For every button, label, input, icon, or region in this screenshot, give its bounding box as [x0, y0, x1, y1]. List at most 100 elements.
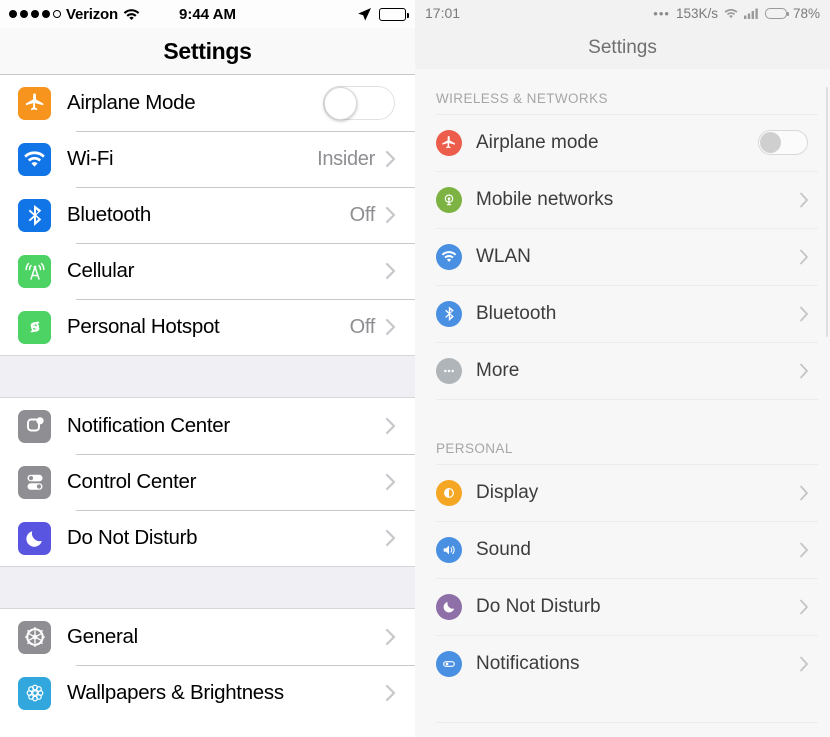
bluetooth-icon — [436, 300, 462, 327]
ios-row-label: Do Not Disturb — [67, 526, 198, 549]
ios-row-label: Control Center — [67, 470, 197, 493]
chevron-right-icon — [799, 191, 810, 209]
android-row-label: Notifications — [476, 652, 580, 674]
android-settings-list[interactable]: WIRELESS & NETWORKS Airplane mode Mobile… — [415, 69, 830, 737]
carrier-label: Verizon — [66, 5, 118, 23]
android-row-label: Do Not Disturb — [476, 595, 601, 617]
notification-center-icon — [18, 409, 51, 443]
chevron-right-icon — [799, 655, 810, 673]
android-row-label: Bluetooth — [476, 302, 557, 324]
android-row-label: Mobile networks — [476, 188, 614, 210]
list-bottom-divider — [436, 722, 818, 723]
battery-icon — [764, 7, 789, 19]
ios-row-wallpapers-brightness[interactable]: Wallpapers & Brightness — [0, 665, 415, 721]
chevron-right-icon — [385, 261, 397, 281]
wifi-icon — [436, 243, 462, 270]
android-status-bar: 17:01 ••• 153K/s 78% — [415, 0, 830, 26]
ios-row-label: Wi-Fi — [67, 147, 114, 170]
moon-icon — [18, 521, 51, 555]
airplane-icon — [436, 129, 462, 156]
android-row-bluetooth[interactable]: Bluetooth — [415, 285, 830, 342]
ios-row-control-center[interactable]: Control Center — [0, 454, 415, 510]
android-row-sound[interactable]: Sound — [415, 521, 830, 578]
android-row-more[interactable]: More — [415, 342, 830, 399]
android-row-label: More — [476, 359, 520, 381]
chevron-right-icon — [385, 317, 397, 337]
hotspot-status-value: Off — [349, 315, 376, 338]
chevron-right-icon — [799, 541, 810, 559]
android-row-label: Display — [476, 481, 539, 503]
android-row-label: Sound — [476, 538, 531, 560]
android-settings-panel: 17:01 ••• 153K/s 78% Settings WIRELESS &… — [415, 0, 830, 737]
android-row-label: Airplane mode — [476, 131, 599, 153]
bluetooth-status-value: Off — [349, 203, 376, 226]
side-by-side-settings-comparison: Verizon 9:44 AM Settings Airplane Mode W… — [0, 0, 830, 737]
location-arrow-icon — [357, 7, 372, 22]
ios-row-label: General — [67, 625, 138, 648]
control-center-icon — [18, 465, 51, 499]
brightness-icon — [436, 479, 462, 506]
ios-status-bar: Verizon 9:44 AM — [0, 0, 415, 28]
chevron-right-icon — [799, 362, 810, 380]
ios-settings-list[interactable]: Airplane Mode Wi-Fi Insider Bluetooth Of… — [0, 75, 415, 721]
ios-row-label: Airplane Mode — [67, 91, 196, 114]
wifi-network-value: Insider — [317, 147, 375, 170]
chevron-right-icon — [799, 484, 810, 502]
ios-row-airplane-mode[interactable]: Airplane Mode — [0, 75, 415, 131]
ios-group-separator — [0, 355, 415, 398]
ios-row-wifi[interactable]: Wi-Fi Insider — [0, 131, 415, 187]
ios-row-general[interactable]: General — [0, 609, 415, 665]
android-row-label: WLAN — [476, 245, 531, 267]
android-row-do-not-disturb[interactable]: Do Not Disturb — [415, 578, 830, 635]
wallpaper-flower-icon — [18, 676, 51, 710]
airplane-icon — [18, 86, 51, 120]
hotspot-link-icon — [18, 310, 51, 344]
page-title: Settings — [163, 37, 252, 64]
ellipsis-icon — [436, 357, 462, 384]
chevron-right-icon — [799, 305, 810, 323]
speaker-icon — [436, 536, 462, 563]
airplane-mode-toggle[interactable] — [323, 86, 395, 120]
signal-bars-icon — [743, 8, 759, 19]
bluetooth-icon — [18, 198, 51, 232]
ios-row-label: Cellular — [67, 259, 135, 282]
network-speed-label: 153K/s — [675, 5, 718, 21]
chevron-right-icon — [385, 683, 397, 703]
ios-row-cellular[interactable]: Cellular — [0, 243, 415, 299]
signal-strength-dots-icon — [9, 10, 61, 18]
android-row-airplane-mode[interactable]: Airplane mode — [415, 114, 830, 171]
ios-row-label: Bluetooth — [67, 203, 151, 226]
chevron-right-icon — [799, 248, 810, 266]
airplane-mode-toggle[interactable] — [758, 130, 808, 155]
chevron-right-icon — [799, 598, 810, 616]
android-row-display[interactable]: Display — [415, 464, 830, 521]
ellipsis-icon: ••• — [653, 5, 670, 21]
ios-row-do-not-disturb[interactable]: Do Not Disturb — [0, 510, 415, 566]
cellular-antenna-icon — [18, 254, 51, 288]
ios-settings-group-general: General Wallpapers & Brightness — [0, 609, 415, 721]
ios-row-label: Wallpapers & Brightness — [67, 681, 284, 704]
ios-row-notification-center[interactable]: Notification Center — [0, 398, 415, 454]
ios-clock: 9:44 AM — [179, 5, 236, 23]
ios-row-label: Notification Center — [67, 414, 230, 437]
ios-row-bluetooth[interactable]: Bluetooth Off — [0, 187, 415, 243]
page-title: Settings — [588, 36, 657, 58]
android-clock: 17:01 — [425, 5, 461, 21]
ios-settings-group-connectivity: Airplane Mode Wi-Fi Insider Bluetooth Of… — [0, 75, 415, 355]
ios-settings-panel: Verizon 9:44 AM Settings Airplane Mode W… — [0, 0, 415, 737]
battery-percent-label: 78% — [792, 5, 820, 21]
android-row-notifications[interactable]: Notifications — [415, 635, 830, 692]
section-header-wireless: WIRELESS & NETWORKS — [436, 91, 608, 106]
ios-row-label: Personal Hotspot — [67, 315, 220, 338]
wifi-icon — [18, 142, 51, 176]
chevron-right-icon — [385, 149, 397, 169]
ios-nav-bar: Settings — [0, 28, 415, 75]
android-row-mobile-networks[interactable]: Mobile networks — [415, 171, 830, 228]
ios-row-personal-hotspot[interactable]: Personal Hotspot Off — [0, 299, 415, 355]
chevron-right-icon — [385, 528, 397, 548]
ios-settings-group-notifications: Notification Center Control Center Do No… — [0, 398, 415, 566]
notifications-icon — [436, 650, 462, 677]
mobile-network-icon — [436, 186, 462, 213]
moon-icon — [436, 593, 462, 620]
android-row-wlan[interactable]: WLAN — [415, 228, 830, 285]
